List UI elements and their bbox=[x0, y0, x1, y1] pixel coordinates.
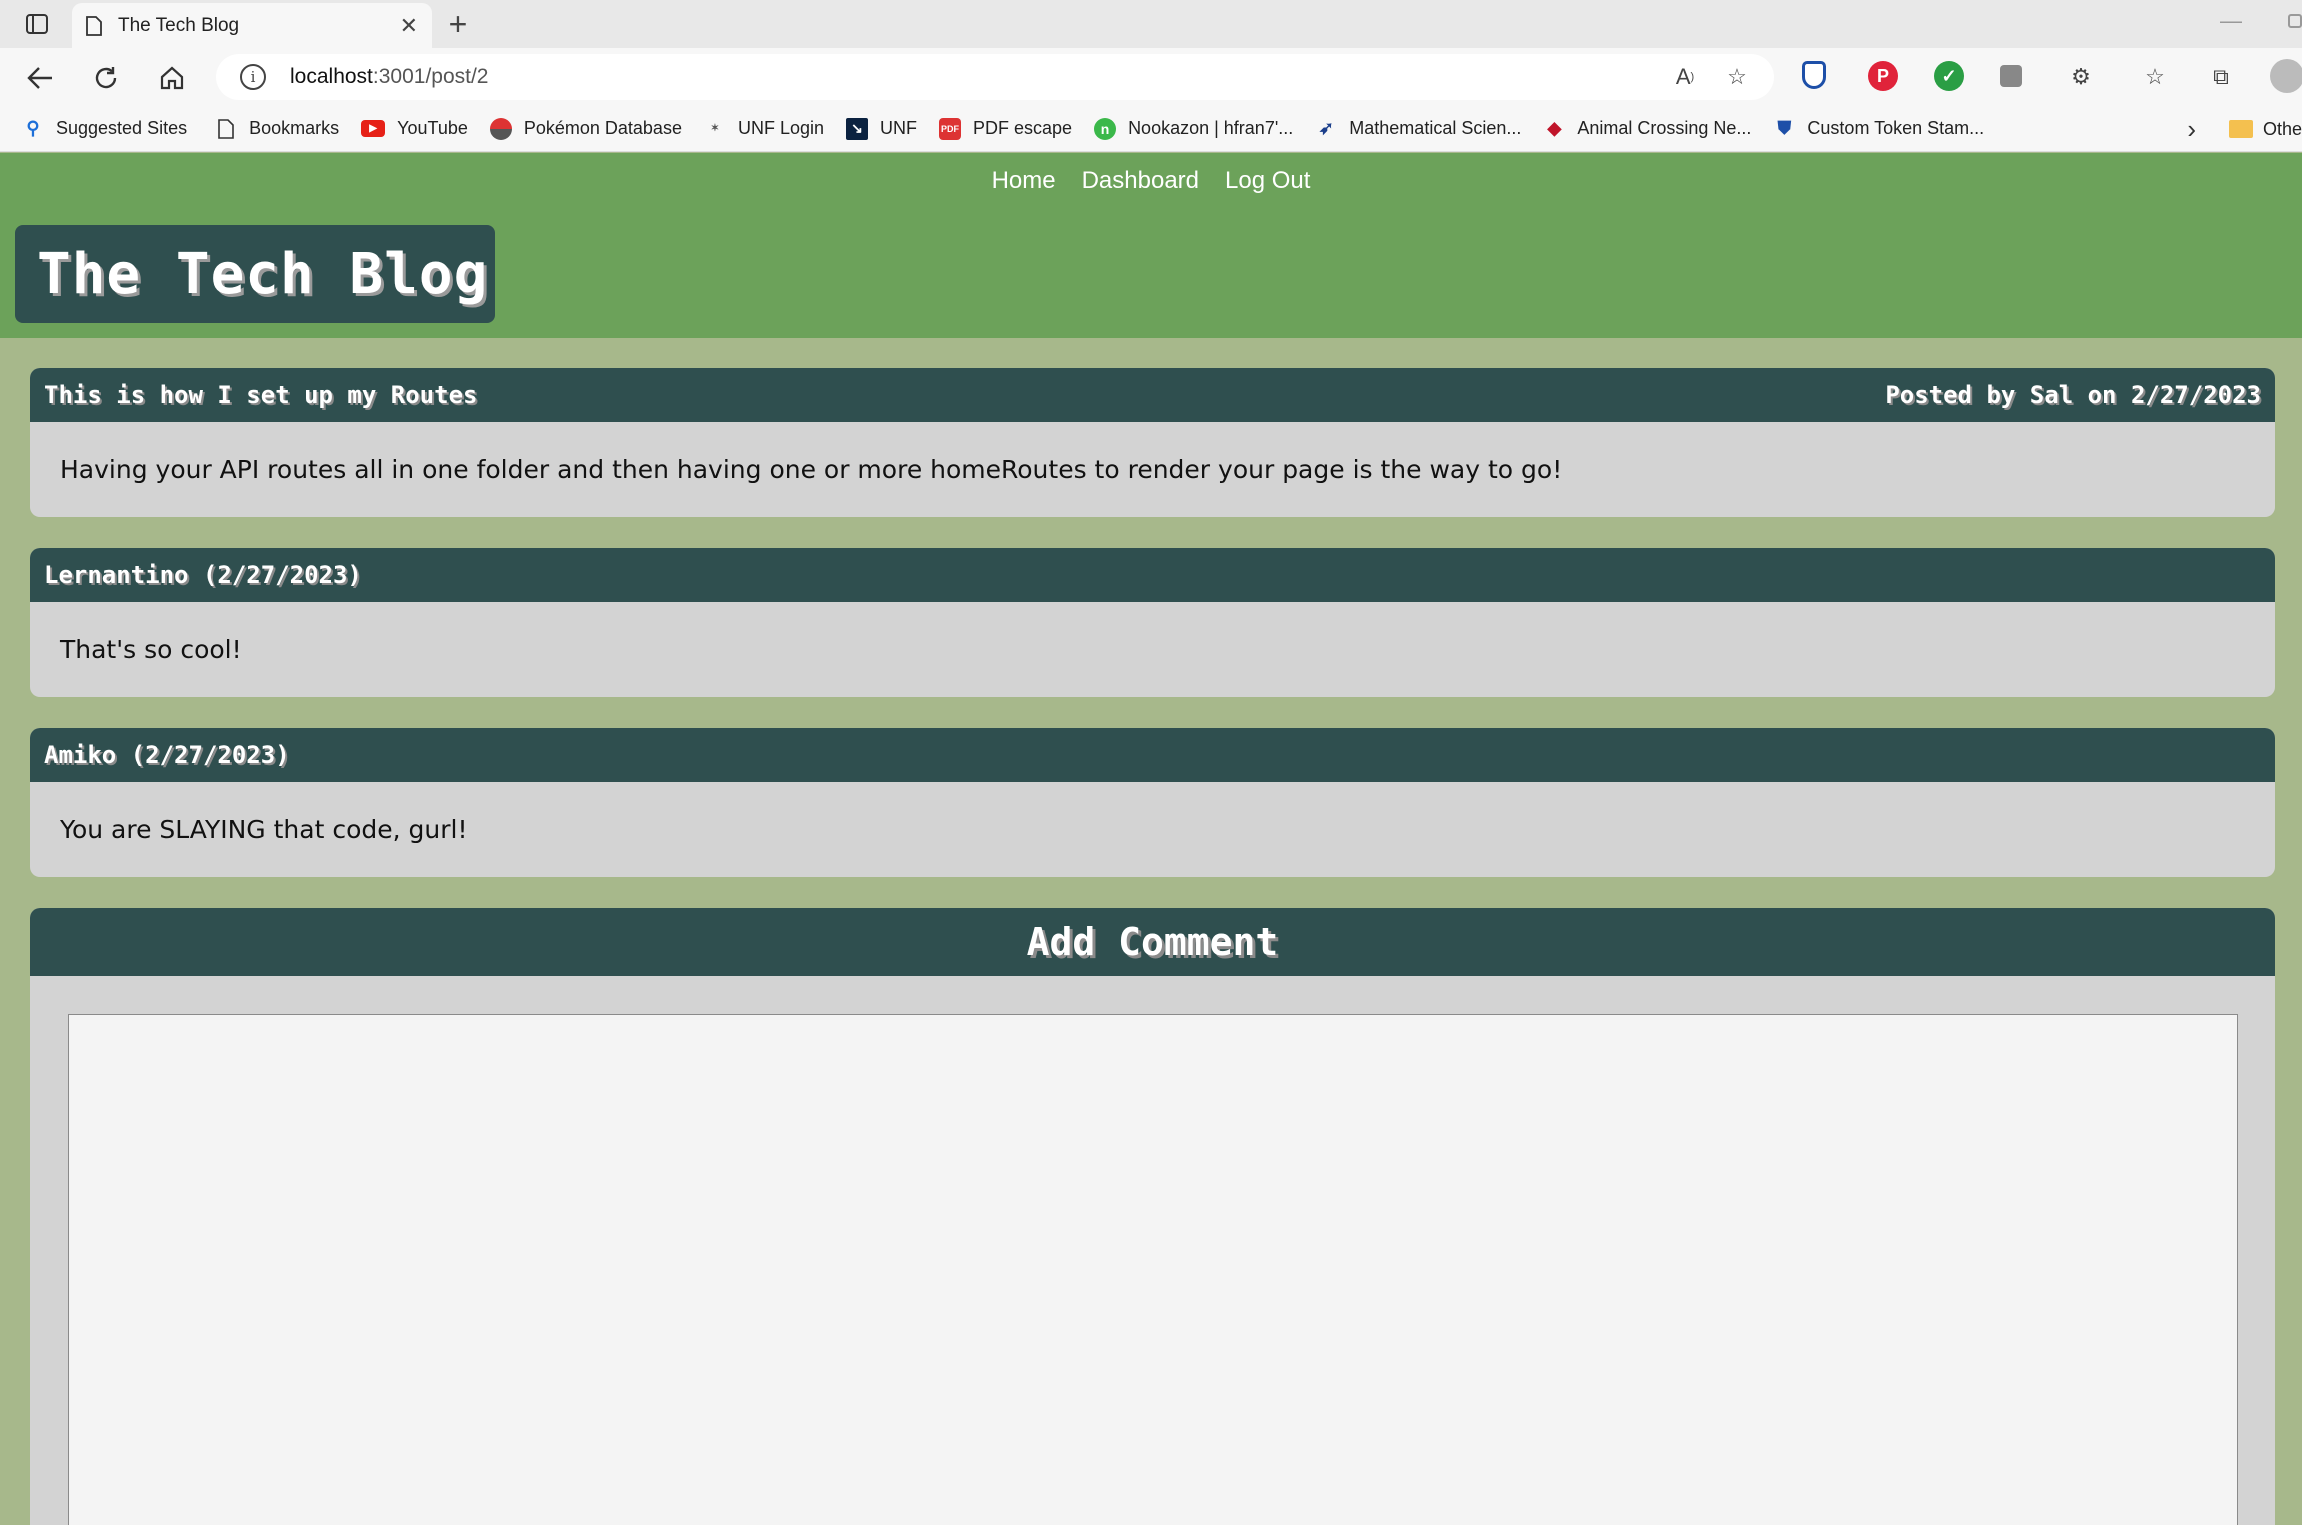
url-text[interactable]: localhost:3001/post/2 bbox=[290, 65, 488, 89]
url-host: localhost bbox=[290, 65, 373, 88]
bookmark-suggested-sites[interactable]: ⚲ Suggested Sites bbox=[22, 118, 187, 140]
search-icon: ⚲ bbox=[26, 118, 40, 138]
site-header: Home Dashboard Log Out The Tech Blog bbox=[0, 153, 2302, 338]
read-aloud-icon[interactable]: A) bbox=[1670, 62, 1700, 92]
comment-card: Lernantino (2/27/2023) That's so cool! bbox=[30, 548, 2275, 697]
profile-avatar[interactable] bbox=[2270, 59, 2302, 93]
comment-header: Lernantino (2/27/2023) bbox=[30, 548, 2275, 602]
leaf-icon: ◆ bbox=[1547, 118, 1562, 138]
bookmark-label: Nookazon | hfran7'... bbox=[1128, 118, 1294, 138]
bookmark-mathematical-sciences[interactable]: ➶ Mathematical Scien... bbox=[1315, 118, 1522, 140]
bookmark-youtube[interactable]: ▶ YouTube bbox=[361, 118, 468, 139]
tab-title: The Tech Blog bbox=[118, 14, 240, 36]
extensions-icon[interactable]: ⚙ bbox=[2066, 62, 2096, 92]
bookmark-label: YouTube bbox=[397, 118, 468, 138]
favorites-icon[interactable]: ☆ bbox=[2140, 62, 2170, 92]
bookmark-bookmarks[interactable]: Bookmarks bbox=[215, 118, 339, 140]
other-bookmarks[interactable]: Othe bbox=[2228, 106, 2302, 152]
post-meta: Posted by Sal on 2/27/2023 bbox=[1885, 381, 2261, 409]
comment-body: You are SLAYING that code, gurl! bbox=[60, 815, 468, 844]
post-body: Having your API routes all in one folder… bbox=[60, 455, 1563, 484]
close-tab-icon[interactable]: ✕ bbox=[400, 13, 418, 39]
post-header: This is how I set up my Routes Posted by… bbox=[30, 368, 2275, 422]
bookmark-label: Mathematical Scien... bbox=[1349, 118, 1522, 138]
bookmark-label: UNF Login bbox=[737, 118, 825, 138]
browser-tab[interactable]: The Tech Blog ✕ bbox=[72, 3, 432, 48]
bookmarks-bar: ⚲ Suggested Sites Bookmarks ▶ YouTube Po… bbox=[0, 106, 2302, 152]
minimize-icon[interactable]: — bbox=[2220, 8, 2242, 34]
back-icon[interactable] bbox=[22, 60, 58, 96]
maximize-icon[interactable] bbox=[2288, 14, 2302, 28]
add-favorite-icon[interactable]: ☆ bbox=[1722, 62, 1752, 92]
pdf-icon: PDF bbox=[939, 117, 962, 140]
unf-icon: ✶ bbox=[710, 123, 720, 134]
site-brand: The Tech Blog bbox=[15, 225, 495, 323]
unf-osprey-icon: ↘ bbox=[846, 117, 869, 140]
comment-textarea[interactable] bbox=[68, 1014, 2238, 1525]
post-card: This is how I set up my Routes Posted by… bbox=[30, 368, 2275, 517]
chevron-right-icon[interactable]: › bbox=[2187, 114, 2196, 145]
site-nav: Home Dashboard Log Out bbox=[0, 167, 2302, 195]
bookmark-custom-token-stamp[interactable]: ⛊ Custom Token Stam... bbox=[1773, 118, 1985, 140]
comment-card: Amiko (2/27/2023) You are SLAYING that c… bbox=[30, 728, 2275, 877]
bookmark-animal-crossing[interactable]: ◆ Animal Crossing Ne... bbox=[1543, 118, 1751, 140]
bookmark-label: Bookmarks bbox=[249, 118, 340, 138]
bookmark-label: Suggested Sites bbox=[56, 118, 188, 138]
nav-logout-link[interactable]: Log Out bbox=[1225, 167, 1310, 195]
bookmark-label: UNF bbox=[880, 118, 918, 138]
comment-author-date: Lernantino (2/27/2023) bbox=[44, 561, 362, 589]
pokeball-icon bbox=[489, 117, 512, 140]
page-icon bbox=[86, 15, 102, 36]
other-bookmarks-label: Othe bbox=[2262, 118, 2302, 139]
check-extension-icon[interactable]: ✓ bbox=[1934, 61, 1964, 91]
bookmark-unf-login[interactable]: ✶ UNF Login bbox=[704, 118, 824, 140]
home-icon[interactable] bbox=[154, 60, 190, 96]
nav-home-link[interactable]: Home bbox=[992, 167, 1056, 195]
reload-icon[interactable] bbox=[88, 60, 124, 96]
comment-header: Amiko (2/27/2023) bbox=[30, 728, 2275, 782]
browser-tab-bar: The Tech Blog ✕ + — bbox=[0, 0, 2302, 48]
youtube-icon: ▶ bbox=[361, 120, 386, 137]
add-comment-form: Add Comment bbox=[30, 908, 2275, 1525]
bookmark-label: Pokémon Database bbox=[523, 118, 682, 138]
page-icon bbox=[215, 118, 237, 140]
tab-actions-icon[interactable] bbox=[20, 10, 54, 38]
bookmark-nookazon[interactable]: n Nookazon | hfran7'... bbox=[1094, 117, 1294, 140]
copy-extension-icon[interactable] bbox=[2000, 65, 2022, 87]
comment-author-date: Amiko (2/27/2023) bbox=[44, 741, 290, 769]
browser-toolbar: i localhost:3001/post/2 A) ☆ P ✓ ⚙ ☆ ⧉ bbox=[0, 48, 2302, 106]
add-comment-header: Add Comment bbox=[30, 908, 2275, 976]
shield-icon: ⛊ bbox=[1777, 118, 1792, 138]
site-title: The Tech Blog bbox=[37, 241, 489, 307]
new-tab-button[interactable]: + bbox=[440, 6, 476, 42]
bookmark-label: PDF escape bbox=[973, 118, 1073, 138]
nav-dashboard-link[interactable]: Dashboard bbox=[1082, 167, 1199, 195]
shield-extension-icon[interactable] bbox=[1802, 61, 1826, 89]
bookmark-pdf-escape[interactable]: PDF PDF escape bbox=[939, 117, 1073, 140]
post-title: This is how I set up my Routes bbox=[44, 381, 478, 409]
bookmark-pokemon-database[interactable]: Pokémon Database bbox=[489, 117, 682, 140]
bookmark-label: Custom Token Stam... bbox=[1807, 118, 1985, 138]
url-path: :3001/post/2 bbox=[372, 65, 489, 88]
address-bar[interactable]: i localhost:3001/post/2 A) ☆ bbox=[216, 54, 1774, 100]
collections-icon[interactable]: ⧉ bbox=[2206, 62, 2236, 92]
bird-icon: ➶ bbox=[1318, 118, 1334, 138]
site-info-icon[interactable]: i bbox=[240, 64, 266, 90]
bookmark-unf[interactable]: ↘ UNF bbox=[846, 117, 918, 140]
comment-body: That's so cool! bbox=[60, 635, 242, 664]
pinterest-icon[interactable]: P bbox=[1868, 61, 1898, 91]
add-comment-title: Add Comment bbox=[1026, 920, 1279, 964]
bookmark-label: Animal Crossing Ne... bbox=[1577, 118, 1752, 138]
folder-icon bbox=[2228, 120, 2253, 138]
nookazon-icon: n bbox=[1094, 117, 1117, 140]
